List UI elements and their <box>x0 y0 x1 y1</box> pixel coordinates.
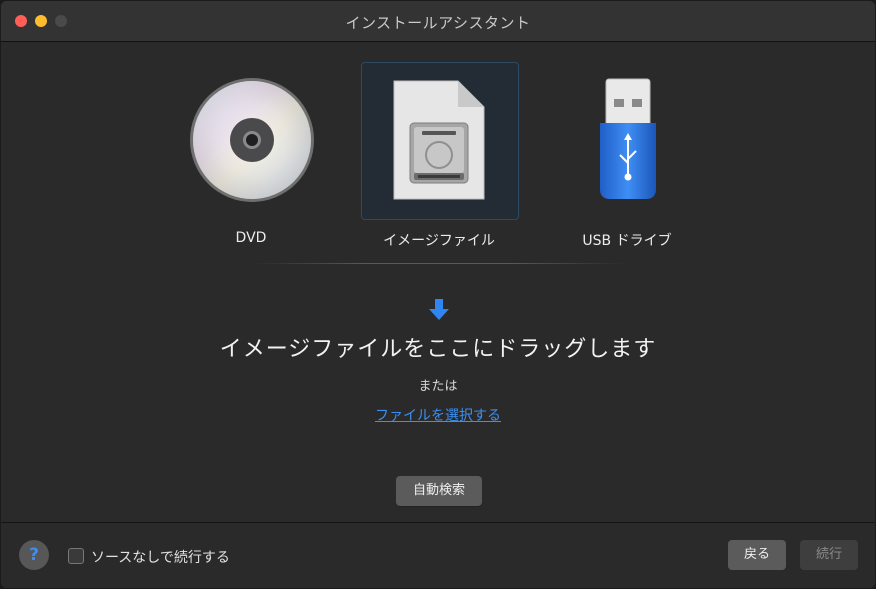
choose-file-link[interactable]: ファイルを選択する <box>1 405 875 425</box>
back-button[interactable]: 戻る <box>728 540 786 570</box>
title-bar: インストールアシスタント <box>1 1 875 42</box>
continue-button[interactable]: 続行 <box>800 540 858 570</box>
source-image-file-label: イメージファイル <box>383 233 495 249</box>
source-dvd-label: DVD <box>235 230 267 246</box>
install-assistant-window: インストールアシスタント DVD イメージファイル USB ドライブ イメージフ… <box>1 1 875 588</box>
continue-without-source-label[interactable]: ソースなしで続行する <box>91 547 230 567</box>
window-title: インストールアシスタント <box>345 14 531 32</box>
source-image-file[interactable] <box>361 62 519 220</box>
arrow-down-icon <box>429 299 449 320</box>
dvd-disc-icon <box>190 78 314 202</box>
source-usb-drive-label: USB ドライブ <box>582 233 672 249</box>
source-usb-drive[interactable] <box>549 62 707 220</box>
section-divider <box>253 263 625 264</box>
source-dvd[interactable] <box>173 62 331 220</box>
usb-drive-icon <box>600 78 656 199</box>
auto-search-button[interactable]: 自動検索 <box>396 476 482 506</box>
drop-instruction-title: イメージファイルをここにドラッグします <box>219 337 657 362</box>
main-content: DVD イメージファイル USB ドライブ イメージファイルをここにドラッグしま… <box>1 42 875 522</box>
footer-bar: ? ソースなしで続行する 戻る 続行 <box>1 522 875 588</box>
help-button[interactable]: ? <box>19 540 49 570</box>
continue-without-source-checkbox[interactable] <box>68 548 84 564</box>
or-text: または <box>418 379 458 394</box>
disk-image-document-icon <box>393 80 485 200</box>
